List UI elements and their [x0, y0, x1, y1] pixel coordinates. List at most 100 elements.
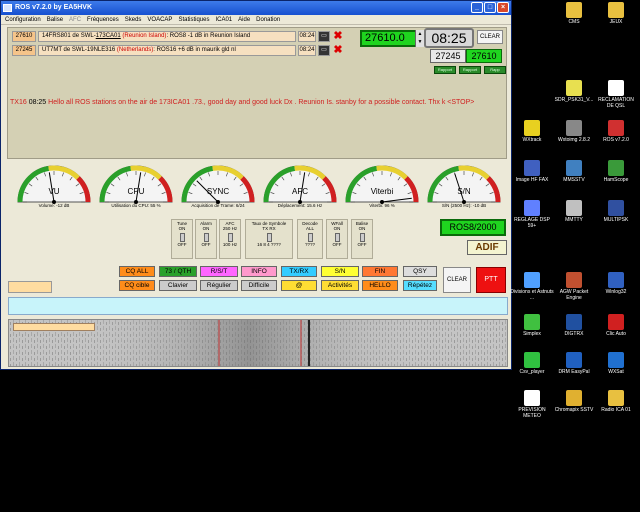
macro-button-activit-s[interactable]: Activités — [321, 280, 359, 291]
desktop-icon-wxsat[interactable]: WXSat — [594, 352, 638, 375]
desktop-icon-wxtoimg-2-8-2[interactable]: Wxtoimg 2.8.2 — [552, 120, 596, 143]
message-text: UT7MT de SWL-19NLE316 (Netherlands): ROS… — [38, 44, 296, 56]
desktop-icon-hamscope[interactable]: HamScope — [594, 160, 638, 183]
desktop-icon-chromapix-sstv[interactable]: Chromapix SSTV — [552, 390, 596, 413]
frequency-spinner[interactable]: ▲ ▼ — [415, 30, 424, 47]
macro-button-tx-rx[interactable]: TX/RX — [281, 266, 317, 277]
macro-button-fin[interactable]: FIN — [362, 266, 398, 277]
macro-button-cq-cible[interactable]: CQ cible — [119, 280, 155, 291]
menu-configuration[interactable]: Configuration — [5, 15, 41, 24]
macro-button-73-qth[interactable]: 73 / QTH — [159, 266, 197, 277]
desktop: ROS v7.2.0 by EA5HVK _ □ × Configuration… — [0, 0, 640, 512]
wfall-switch[interactable]: WFall ON OFF — [326, 219, 348, 259]
desktop-icon-mmtty[interactable]: MMTTY — [552, 200, 596, 223]
gauge-caption: Volume: -12 dB — [38, 203, 70, 208]
macro-button-s-n[interactable]: S/N — [321, 266, 359, 277]
app-icon — [608, 160, 624, 176]
message-row[interactable]: 27245 UT7MT de SWL-19NLE316 (Netherlands… — [12, 44, 348, 56]
macro-button-hello[interactable]: HELLO — [362, 280, 398, 291]
menu-afc[interactable]: AFC — [69, 15, 81, 24]
rapport-button[interactable]: Rapp — [484, 66, 506, 74]
macro-button-qsy[interactable]: QSY — [403, 266, 437, 277]
desktop-icon-reclamation-de-qsl[interactable]: RECLAMATION DE QSL — [594, 80, 638, 109]
desktop-icon-divisions-et-astnuts[interactable]: Divisions et Astnuts ... — [510, 272, 554, 301]
desktop-icon-agw-packet-engine[interactable]: AGW Packet Engine — [552, 272, 596, 301]
transmit-text-input[interactable] — [8, 297, 508, 315]
waterfall-display[interactable] — [8, 319, 508, 367]
menu-statistiques[interactable]: Statistiques — [178, 15, 209, 24]
callsign-input[interactable] — [8, 281, 52, 293]
close-window-button[interactable]: × — [497, 2, 509, 13]
ptt-button[interactable]: PTT — [476, 267, 506, 293]
frequency-a[interactable]: 27245 — [430, 49, 466, 63]
menu-donation[interactable]: Donation — [256, 15, 280, 24]
menu-voacap[interactable]: VOACAP — [147, 15, 172, 24]
clear-tx-button[interactable]: CLEAR — [443, 267, 471, 293]
desktop-icon-mmsstv[interactable]: MMSSTV — [552, 160, 596, 183]
macro-button-[interactable]: @ — [281, 280, 317, 291]
delete-icon[interactable]: ✖ — [332, 44, 344, 56]
app-icon — [566, 120, 582, 136]
maximize-button[interactable]: □ — [484, 2, 496, 13]
desktop-icon-drm-easypal[interactable]: DRM EasyPal — [552, 352, 596, 375]
minimize-button[interactable]: _ — [471, 2, 483, 13]
desktop-icon-reglage-dsp-59[interactable]: REGLAGE DSP 59+ — [510, 200, 554, 229]
message-row[interactable]: 27610 14FRS801 de SWL-173CA01 (Reunion I… — [12, 30, 348, 42]
clear-messages-button[interactable]: CLEAR — [477, 30, 503, 44]
gauge-caption: Déplacement: 15.6 Hz — [277, 203, 323, 208]
desktop-icon-csv-player[interactable]: Csv_player — [510, 352, 554, 375]
menu-ica01[interactable]: ICA01 — [215, 15, 232, 24]
desktop-icon-jeux[interactable]: JEUX — [594, 2, 638, 25]
monitor-icon[interactable]: ▭ — [318, 30, 330, 42]
macro-button-difficile[interactable]: Difficile — [241, 280, 277, 291]
desktop-icon-label: HamScope — [603, 177, 629, 183]
desktop-icon-digtrx[interactable]: DIGTRX — [552, 314, 596, 337]
desktop-icon-label: Clic Auto — [606, 331, 626, 337]
gauge-caption: Acquisition de Trame: 6/24 — [191, 203, 245, 208]
balise-switch[interactable]: Balise ON OFF — [351, 219, 373, 259]
menu-aide[interactable]: Aide — [238, 15, 250, 24]
macro-button-r-gulier[interactable]: Régulier — [200, 280, 238, 291]
delete-icon[interactable]: ✖ — [332, 30, 344, 42]
menu-balise[interactable]: Balise — [47, 15, 63, 24]
rapport-button[interactable]: Rapport — [434, 66, 456, 74]
desktop-icon-prevision-meteo[interactable]: PREVISION METEO — [510, 390, 554, 419]
desktop-icon-image-hf-fax[interactable]: Image HF FAX — [510, 160, 554, 183]
receive-text[interactable]: TX16 08:25 Hello all ROS stations on the… — [10, 98, 504, 108]
macro-button-clavier[interactable]: Clavier — [159, 280, 197, 291]
desktop-icon-wxtrack[interactable]: WXtrack — [510, 120, 554, 143]
macro-button-r-s-t[interactable]: R/S/T — [200, 266, 238, 277]
desktop-icon-cms[interactable]: CMS — [552, 2, 596, 25]
adif-button[interactable]: ADIF — [467, 240, 507, 255]
desktop-icon-label: ROS v7.2.0 — [603, 137, 629, 143]
app-icon — [524, 200, 540, 216]
symbol-rate-switch[interactable]: Taux de Symbole TX RX 16 8 4 ???? — [245, 219, 293, 259]
desktop-icon-simplex[interactable]: Simplex — [510, 314, 554, 337]
app-icon — [608, 314, 624, 330]
afc-switch[interactable]: AFC 250 Hz 100 Hz — [219, 219, 241, 259]
rapport-button[interactable]: Rapport — [459, 66, 481, 74]
desktop-icon-radio-ica-01[interactable]: Radio ICA 01 — [594, 390, 638, 413]
gauge-dial: Viterbi — [345, 165, 419, 204]
monitor-icon[interactable]: ▭ — [318, 44, 330, 56]
macro-button-r-p-tez[interactable]: Répétez — [403, 280, 437, 291]
desktop-icon-label: Image HF FAX — [515, 177, 549, 183]
message-id: 27610 — [12, 30, 36, 42]
desktop-icon-sdr-psk31-v[interactable]: SDR_PSK31_V... — [552, 80, 596, 103]
frequency-b[interactable]: 27610 — [466, 49, 502, 63]
desktop-icon-winlog32[interactable]: Winlog32 — [594, 272, 638, 295]
tune-switch[interactable]: Tune ON OFF — [171, 219, 193, 259]
desktop-icon-clic-auto[interactable]: Clic Auto — [594, 314, 638, 337]
alarm-switch[interactable]: Alarm ON OFF — [195, 219, 217, 259]
macro-button-cq-all[interactable]: CQ ALL — [119, 266, 155, 277]
gauge-name: VU — [48, 187, 59, 196]
desktop-icon-ros-v7-2-0[interactable]: ROS v7.2.0 — [594, 120, 638, 143]
gauge-dial: AFC — [263, 165, 337, 204]
desktop-icon-multipsk[interactable]: MULTIPSK — [594, 200, 638, 223]
menu-frequences[interactable]: Fréquences — [87, 15, 119, 24]
menu-skeds[interactable]: Skeds — [125, 15, 142, 24]
macro-button-info[interactable]: INFO — [241, 266, 277, 277]
window-titlebar[interactable]: ROS v7.2.0 by EA5HVK _ □ × — [1, 1, 511, 15]
message-time: 08:24 — [298, 30, 316, 42]
decode-switch[interactable]: Decode ALL???? — [297, 219, 323, 259]
